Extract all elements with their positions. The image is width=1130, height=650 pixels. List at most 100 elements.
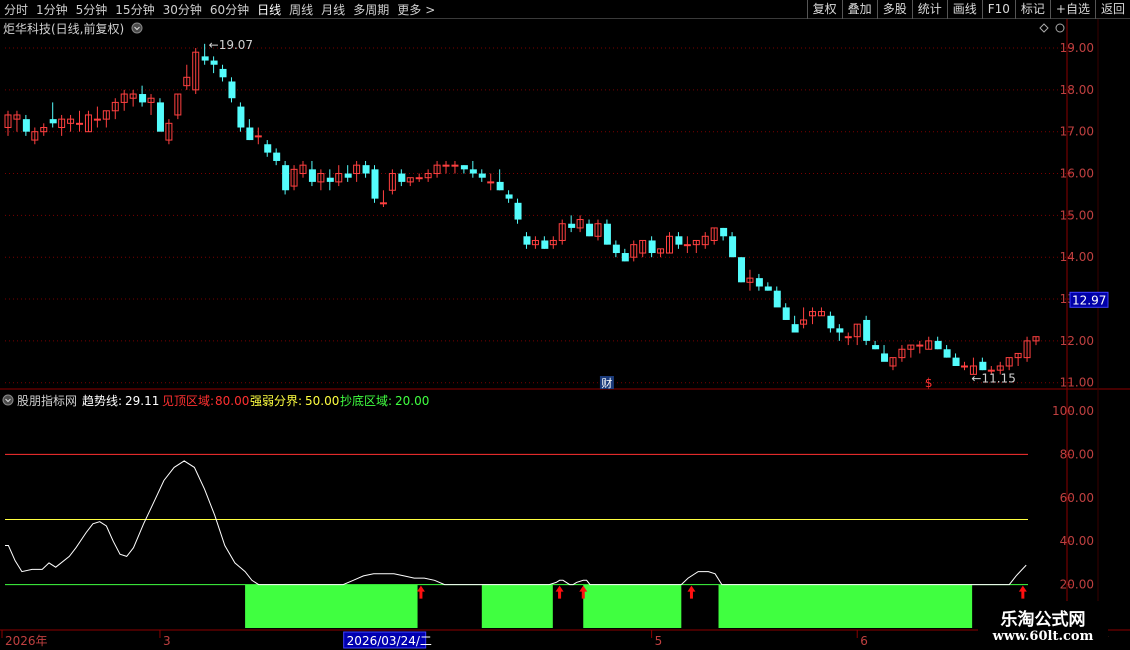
high-price-marker: ←19.07 (209, 38, 253, 52)
candle-body-down (523, 236, 531, 245)
candle-body-up (451, 164, 459, 167)
candle-body-down (398, 173, 406, 182)
indicator-name: 股朋指标网 (17, 393, 77, 408)
period-tab-0[interactable]: 分时 (0, 1, 32, 19)
x-axis-label: 2026年 (5, 634, 48, 648)
indicator-tick-label: 40.00 (1060, 534, 1094, 548)
candle-body-down (460, 165, 468, 170)
candle-body-down (210, 60, 218, 65)
price-tick-label: 17.00 (1060, 125, 1094, 139)
candle-body-down (219, 68, 227, 78)
main-chart-title: 炬华科技(日线,前复权) (3, 21, 124, 36)
candle-body-down (952, 357, 960, 366)
mid-zone-label: 强弱分界: (250, 394, 302, 408)
trend-value: 29.11 (125, 394, 159, 408)
top-zone-label: 见顶区域: (162, 394, 214, 408)
period-tab-7[interactable]: 周线 (285, 1, 317, 19)
bottom-zone-label: 抄底区域: (340, 393, 392, 408)
candle-body-down (308, 169, 316, 182)
candle-body-down (371, 169, 379, 199)
stock-chart[interactable]: 11.0012.0013.0014.0015.0016.0017.0018.00… (0, 19, 1130, 650)
candle-body-down (264, 144, 272, 153)
candle-body-down (568, 223, 576, 228)
candle-body-down (282, 165, 290, 191)
candle-body-down (603, 223, 611, 245)
candle-body-up (487, 181, 495, 184)
candle-body-up (254, 135, 262, 138)
watermark-logo: 乐淘公式网 www.60lt.com (978, 601, 1108, 650)
period-tab-9[interactable]: 多周期 (349, 1, 393, 19)
period-tabs: 分时 1分钟 5分钟 15分钟 30分钟 60分钟 日线 周线 月线 多周期 更多 > (0, 0, 439, 19)
period-tab-3[interactable]: 15分钟 (111, 1, 158, 19)
bottom-zone-fill (583, 584, 682, 628)
settings-dropdown-icon[interactable] (131, 22, 143, 34)
period-tab-6[interactable]: 日线 (253, 1, 285, 19)
bottom-zone-value: 20.00 (395, 394, 429, 408)
candle-body-down (738, 257, 746, 283)
toolbar-button-5[interactable]: F10 (981, 0, 1015, 19)
crosshair-date-label: 2026/03/24/二 (347, 634, 432, 648)
period-tab-8[interactable]: 月线 (317, 1, 349, 19)
candle-body-up (683, 244, 691, 247)
indicator-tick-label: 20.00 (1060, 578, 1094, 592)
buy-signal-arrow-icon (555, 585, 564, 599)
candle-body-up (960, 365, 968, 368)
period-tab-4[interactable]: 30分钟 (159, 1, 206, 19)
more-chevron-icon[interactable]: > (425, 1, 439, 19)
circle-icon[interactable] (1055, 23, 1065, 33)
candle-body-down (881, 353, 889, 362)
candle-body-down (720, 227, 728, 237)
finance-event-marker[interactable]: 财 (601, 376, 612, 390)
candle-body-down (675, 236, 683, 245)
candle-body-up (442, 164, 450, 167)
toolbar-button-1[interactable]: 叠加 (841, 0, 877, 19)
toolbar-button-8[interactable]: 返回 (1094, 0, 1130, 19)
candle-body-down (729, 236, 737, 258)
candle-body-down (943, 349, 951, 358)
bottom-zone-fill (718, 584, 973, 628)
price-tick-label: 16.00 (1060, 167, 1094, 181)
toolbar-button-7[interactable]: +自选 (1049, 0, 1095, 19)
candle-body-down (782, 307, 790, 320)
candle-body-down (773, 290, 781, 308)
candle-body-down (344, 173, 352, 178)
candle-body-down (22, 119, 30, 132)
candle-body-up (93, 118, 101, 121)
toolbar-button-2[interactable]: 多股 (876, 0, 912, 19)
low-price-marker: ←11.15 (971, 371, 1015, 385)
candle-body-down (612, 244, 620, 254)
period-tab-10[interactable]: 更多 (393, 1, 425, 19)
dividend-event-marker[interactable]: $ (925, 376, 933, 390)
candle-body-down (541, 240, 549, 249)
diamond-icon[interactable] (1039, 23, 1049, 33)
period-tab-2[interactable]: 5分钟 (72, 1, 112, 19)
candle-body-down (49, 119, 57, 124)
candle-body-down (139, 94, 147, 103)
current-price-label: 12.97 (1072, 293, 1106, 307)
watermark-url: www.60lt.com (992, 629, 1094, 644)
price-tick-label: 18.00 (1060, 83, 1094, 97)
candle-body-down (246, 127, 254, 141)
period-tab-5[interactable]: 60分钟 (206, 1, 253, 19)
buy-signal-arrow-icon (687, 585, 696, 599)
price-tick-label: 14.00 (1060, 250, 1094, 264)
candle-body-down (764, 286, 772, 291)
x-axis-label: 5 (655, 634, 663, 648)
candle-body-down (237, 106, 245, 128)
toolbar-button-0[interactable]: 复权 (806, 0, 842, 19)
indicator-tick-label: 100.00 (1052, 404, 1094, 418)
indicator-settings-icon[interactable] (2, 394, 14, 406)
indicator-tick-label: 60.00 (1060, 491, 1094, 505)
bottom-zone-fill (245, 584, 418, 628)
candle-body-down (201, 56, 209, 61)
bottom-zone-fill (481, 584, 553, 628)
candle-body-down (496, 181, 504, 191)
price-tick-label: 11.00 (1060, 376, 1094, 390)
period-tab-1[interactable]: 1分钟 (32, 1, 72, 19)
candle-body-up (844, 336, 852, 339)
toolbar-button-6[interactable]: 标记 (1014, 0, 1050, 19)
trend-line (5, 460, 1027, 586)
toolbar-button-3[interactable]: 统计 (911, 0, 947, 19)
toolbar-button-4[interactable]: 画线 (946, 0, 982, 19)
price-tick-label: 15.00 (1060, 208, 1094, 222)
